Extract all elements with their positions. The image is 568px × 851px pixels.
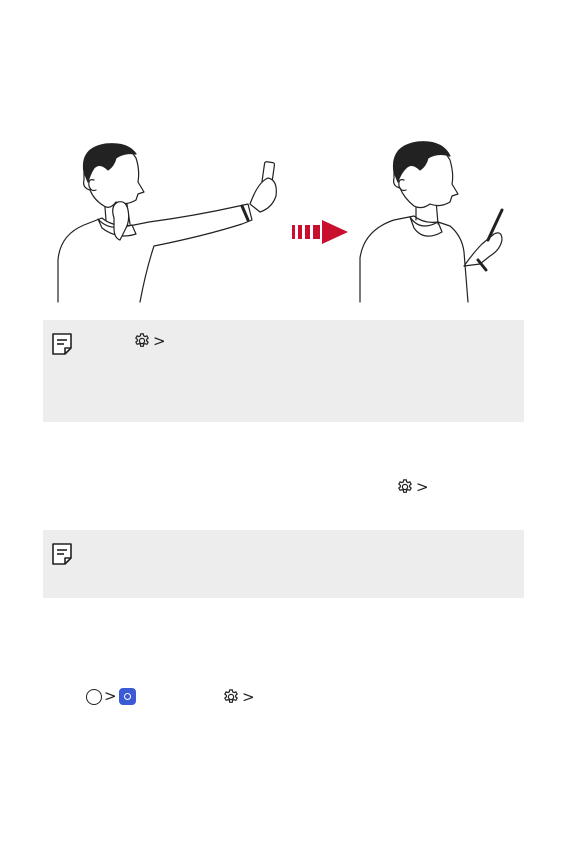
selfie-gesture-illustration xyxy=(57,141,504,303)
note-icon xyxy=(52,333,72,355)
home-circle-icon xyxy=(86,688,102,705)
gear-icon xyxy=(224,689,238,703)
chevron-right-icon: > xyxy=(153,331,166,350)
camera-app-icon xyxy=(118,688,136,705)
gear-icon xyxy=(135,333,149,347)
settings-path: > xyxy=(133,332,166,350)
settings-path: > xyxy=(396,478,429,496)
settings-path: > xyxy=(222,688,255,706)
note-icon xyxy=(52,543,72,565)
person-lowering-phone xyxy=(359,141,504,303)
note-box: > xyxy=(43,320,524,422)
note-box xyxy=(43,530,524,598)
camera-path: > xyxy=(86,688,136,705)
gear-icon xyxy=(398,479,412,493)
chevron-right-icon: > xyxy=(104,687,117,705)
arrow-right-icon xyxy=(292,220,348,244)
chevron-right-icon: > xyxy=(242,687,255,706)
person-holding-phone-up xyxy=(57,143,277,303)
chevron-right-icon: > xyxy=(416,477,429,496)
